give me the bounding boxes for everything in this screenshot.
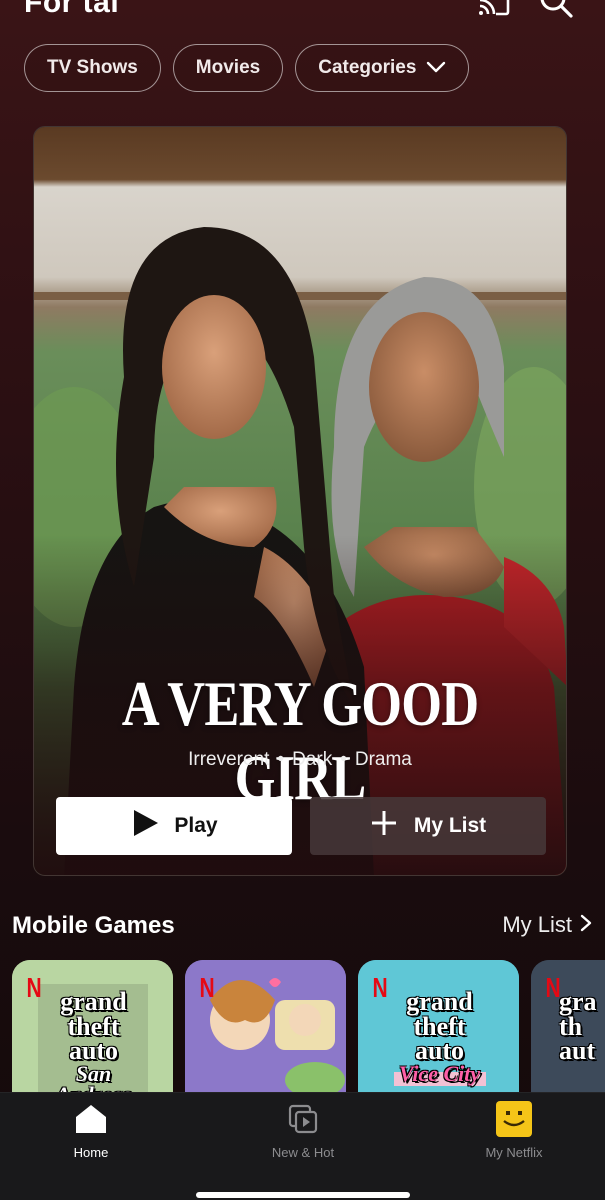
nav-label: My Netflix: [485, 1145, 543, 1160]
my-list-link-label: My List: [502, 912, 572, 937]
hero-title: A VERY GOOD GIRL: [121, 668, 479, 813]
hero-tag: Drama: [354, 749, 412, 770]
netflix-logo: N: [199, 972, 215, 1003]
play-button[interactable]: Play: [56, 797, 292, 855]
game-tile-gta-iii[interactable]: N gra th aut: [531, 960, 605, 1100]
art-subtitle: Vice City: [398, 1061, 481, 1087]
mobile-games-row: N grand theft auto San Andreas N N grand: [12, 960, 605, 1100]
game-tile-gta-san-andreas[interactable]: N grand theft auto San Andreas: [12, 960, 173, 1100]
chip-label: Categories: [318, 57, 417, 78]
avatar-icon: [454, 1101, 574, 1137]
hero-tags: Irreverent • Dark • Drama: [34, 749, 566, 771]
game-tile-gta-vice-city[interactable]: N grand theft auto Vice City: [358, 960, 519, 1100]
home-indicator: [196, 1192, 410, 1198]
game-title-art: gra th aut: [559, 987, 605, 1066]
profile-title[interactable]: For tai: [24, 0, 119, 20]
home-icon: [31, 1101, 151, 1137]
my-list-button[interactable]: My List: [310, 797, 546, 855]
nav-home[interactable]: Home: [31, 1101, 151, 1160]
new-hot-icon: [243, 1101, 363, 1137]
nav-my-netflix[interactable]: My Netflix: [454, 1101, 574, 1160]
art-line: aut: [559, 1036, 596, 1066]
mobile-games-header: Mobile Games My List: [12, 912, 592, 948]
hero-tag: Dark: [292, 749, 333, 770]
chip-categories[interactable]: Categories: [295, 44, 470, 92]
nav-new-hot[interactable]: New & Hot: [243, 1101, 363, 1160]
tag-separator: •: [340, 749, 347, 770]
my-list-button-label: My List: [413, 814, 487, 837]
play-icon: [130, 808, 160, 844]
chevron-down-icon: [426, 57, 446, 79]
plus-icon: [370, 809, 398, 843]
art-line: grand: [406, 987, 473, 1016]
cast-icon[interactable]: [476, 0, 512, 18]
chevron-right-icon: [580, 912, 592, 938]
search-icon[interactable]: [538, 0, 574, 18]
play-button-label: Play: [174, 814, 218, 837]
bottom-nav: Home New & Hot My Netflix: [0, 1092, 605, 1200]
chip-label: TV Shows: [47, 57, 138, 78]
chip-movies[interactable]: Movies: [172, 44, 284, 92]
row-title: Mobile Games: [12, 912, 175, 939]
nav-label: Home: [73, 1145, 109, 1160]
game-tile-romance[interactable]: N: [185, 960, 346, 1100]
my-list-link[interactable]: My List: [502, 912, 592, 938]
tag-separator: •: [277, 749, 285, 770]
filter-chips: TV Shows Movies Categories: [24, 44, 470, 92]
top-bar: For tai: [0, 0, 605, 26]
hero-tag: Irreverent: [188, 749, 270, 770]
game-title-art: grand theft auto San Andreas: [36, 987, 151, 1100]
art-line: grand: [60, 987, 127, 1016]
hero-card[interactable]: A VERY GOOD GIRL Irreverent • Dark • Drama P…: [33, 126, 567, 876]
chip-label: Movies: [195, 57, 261, 78]
nav-label: New & Hot: [271, 1145, 335, 1160]
chip-tv-shows[interactable]: TV Shows: [24, 44, 161, 92]
art-line: gra: [559, 987, 597, 1016]
game-title-art: grand theft auto Vice City: [382, 987, 497, 1087]
